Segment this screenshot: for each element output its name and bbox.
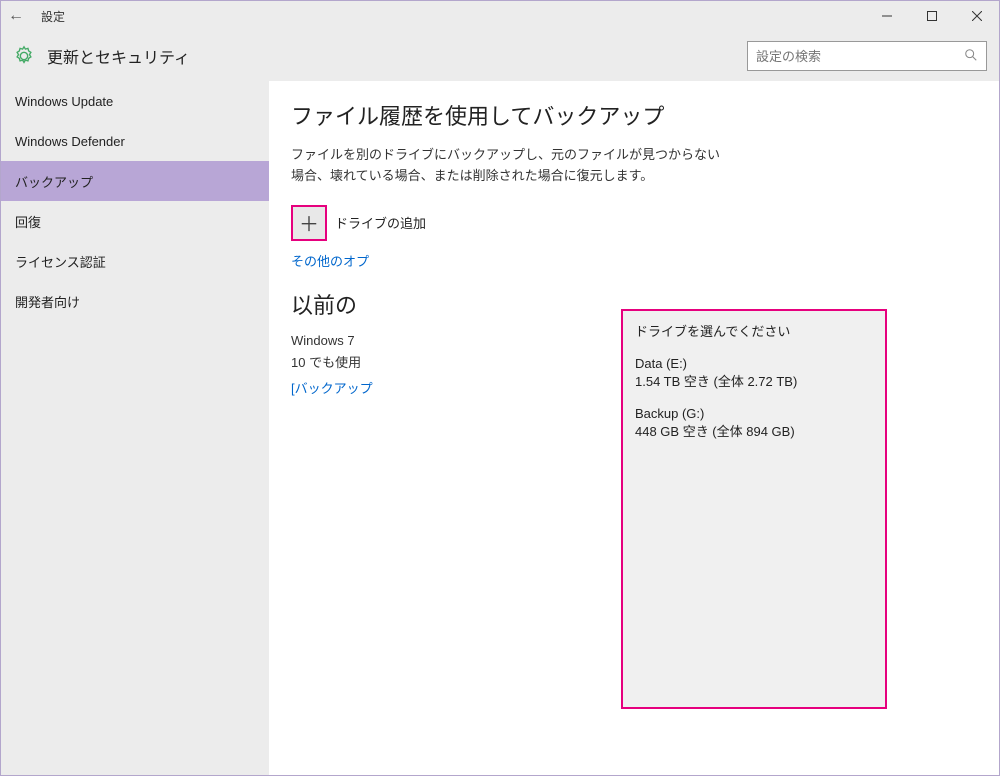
add-drive-row: ＋ ドライブの追加: [291, 205, 977, 241]
maximize-button[interactable]: [909, 1, 954, 31]
drive-entry-g[interactable]: Backup (G:) 448 GB 空き (全体 894 GB): [635, 406, 873, 440]
sidebar: Windows Update Windows Defender バックアップ 回…: [1, 81, 269, 775]
content-area: ファイル履歴を使用してバックアップ ファイルを別のドライブにバックアップし、元の…: [269, 81, 999, 775]
flyout-title: ドライブを選んでください: [635, 321, 873, 340]
minimize-icon: [882, 11, 892, 21]
drive-entry-e[interactable]: Data (E:) 1.54 TB 空き (全体 2.72 TB): [635, 356, 873, 390]
drive-name: Backup (G:): [635, 406, 873, 421]
close-icon: [972, 11, 982, 21]
minimize-button[interactable]: [864, 1, 909, 31]
sidebar-item-windows-defender[interactable]: Windows Defender: [1, 121, 269, 161]
add-drive-label: ドライブの追加: [335, 213, 426, 232]
section-desc-file-history: ファイルを別のドライブにバックアップし、元のファイルが見つからない場合、壊れてい…: [291, 145, 731, 187]
header-bar: 更新とセキュリティ: [1, 31, 999, 81]
titlebar: ← 設定: [1, 1, 999, 31]
gear-icon: [13, 45, 35, 67]
window-controls: [864, 1, 999, 31]
search-icon: [964, 48, 978, 65]
back-button[interactable]: ←: [1, 7, 31, 25]
sidebar-item-backup[interactable]: バックアップ: [1, 161, 269, 201]
drive-select-flyout: ドライブを選んでください Data (E:) 1.54 TB 空き (全体 2.…: [621, 309, 887, 709]
backup-restore-link[interactable]: [バックアップ: [291, 378, 373, 397]
window-title: 設定: [41, 8, 65, 25]
section-heading-file-history: ファイル履歴を使用してバックアップ: [291, 99, 977, 131]
add-drive-button[interactable]: ＋: [291, 205, 327, 241]
search-box[interactable]: [747, 41, 987, 71]
category-title: 更新とセキュリティ: [47, 44, 747, 68]
sidebar-item-developer[interactable]: 開発者向け: [1, 281, 269, 321]
drive-space: 1.54 TB 空き (全体 2.72 TB): [635, 371, 873, 390]
sidebar-item-recovery[interactable]: 回復: [1, 201, 269, 241]
drive-name: Data (E:): [635, 356, 873, 371]
drive-space: 448 GB 空き (全体 894 GB): [635, 421, 873, 440]
search-input[interactable]: [756, 49, 964, 64]
other-options-link[interactable]: その他のオプ: [291, 251, 369, 270]
sidebar-item-activation[interactable]: ライセンス認証: [1, 241, 269, 281]
sidebar-item-windows-update[interactable]: Windows Update: [1, 81, 269, 121]
maximize-icon: [927, 11, 937, 21]
plus-icon: ＋: [299, 208, 319, 237]
close-button[interactable]: [954, 1, 999, 31]
